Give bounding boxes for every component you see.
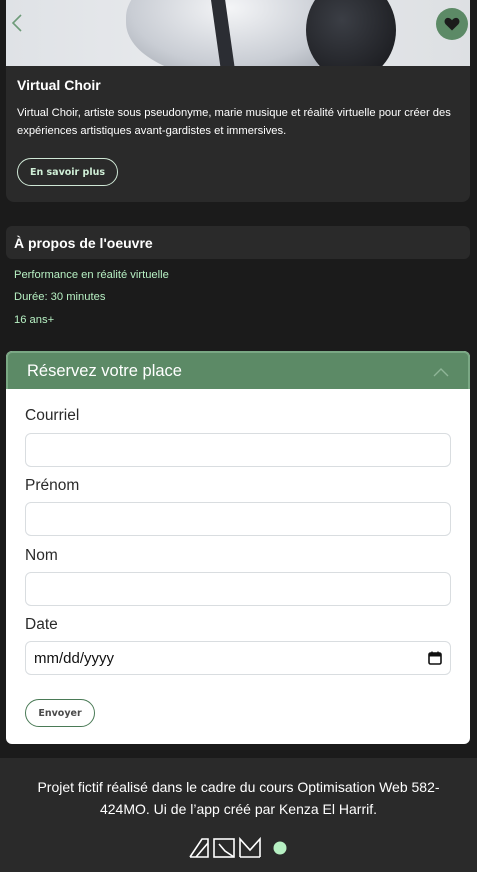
email-label: Courriel: [25, 407, 80, 424]
about-age: 16 ans+: [14, 314, 55, 326]
about-duration: Durée: 30 minutes: [14, 291, 106, 303]
email-field[interactable]: [25, 433, 451, 467]
artist-photo: [6, 0, 470, 66]
date-label: Date: [25, 616, 58, 633]
booking-accordion-header[interactable]: Réservez votre place: [6, 351, 470, 389]
booking-heading: Réservez votre place: [27, 361, 182, 380]
about-heading: À propos de l'oeuvre: [6, 226, 470, 259]
first-name-label: Prénom: [25, 477, 80, 494]
chevron-up-icon: [433, 368, 449, 377]
date-value: mm/dd/yyyy: [34, 649, 115, 667]
last-name-field[interactable]: [25, 572, 451, 606]
learn-more-button[interactable]: En savoir plus: [17, 158, 118, 186]
date-field[interactable]: mm/dd/yyyy: [25, 641, 451, 675]
artist-name: Virtual Choir: [17, 77, 101, 93]
last-name-label: Nom: [25, 547, 58, 564]
calendar-icon[interactable]: [428, 651, 442, 665]
heart-icon: [444, 17, 460, 31]
chevron-left-icon[interactable]: [10, 12, 32, 36]
footer-credit: Projet fictif réalisé dans le cadre du c…: [37, 779, 440, 817]
artist-description: Virtual Choir, artiste sous pseudonyme, …: [17, 107, 451, 137]
submit-button[interactable]: Envoyer: [25, 699, 95, 727]
about-type: Performance en réalité virtuelle: [14, 269, 169, 281]
artist-card: Virtual Choir Virtual Choir, artiste sou…: [6, 0, 470, 202]
aqm-logo: [189, 836, 287, 858]
favorite-button[interactable]: [436, 8, 468, 40]
booking-form: Réservez votre place Courriel Prénom Nom…: [6, 351, 470, 744]
first-name-field[interactable]: [25, 502, 451, 536]
